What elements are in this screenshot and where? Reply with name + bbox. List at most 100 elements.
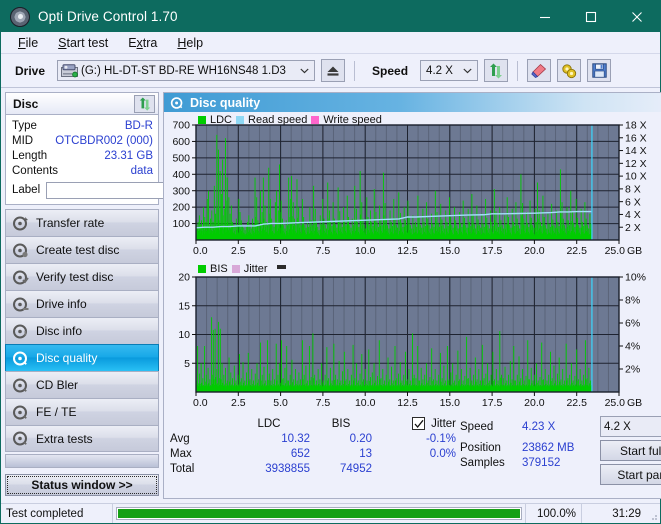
bottom-chart[interactable]: 5 10 15 20 2% 4% 6% 8% 10% 0.0 2.5 5.0 7.5 10.0 12.5 15… — [164, 262, 655, 414]
stats-row-label: Max — [170, 448, 228, 460]
jitter-toggle[interactable]: Jitter — [372, 417, 460, 430]
start-part-button[interactable]: Start part — [600, 464, 661, 485]
sidebar-item-transfer-rate[interactable]: Transfer rate — [5, 209, 159, 236]
toolbar-separator — [354, 61, 355, 81]
menu-extra[interactable]: Extra — [119, 34, 166, 52]
position-value: 23862 MB — [522, 442, 574, 454]
stats-header-row: LDC BIS Jitter — [170, 416, 460, 431]
disc-key: Type — [12, 120, 37, 132]
stats-max-bis: 13 — [310, 448, 372, 460]
progress-fill — [118, 509, 520, 518]
stats-row-avg: Avg 10.32 0.20 -0.1% — [170, 431, 460, 446]
progress-track — [116, 507, 522, 520]
eject-button[interactable] — [321, 59, 345, 82]
svg-text:100: 100 — [172, 218, 190, 230]
sidebar-item-label: FE / TE — [36, 405, 76, 419]
sidebar-item-disc-quality[interactable]: Disc quality — [5, 344, 159, 371]
sidebar-item-disc-info[interactable]: Disc info — [5, 317, 159, 344]
svg-text:25.0: 25.0 — [605, 397, 626, 409]
menu-file[interactable]: File — [9, 34, 47, 52]
sidebar: Disc Type BD-R MID OTCBDR002 (000) Lengt… — [5, 92, 159, 499]
close-icon[interactable] — [614, 1, 660, 32]
sidebar-item-cd-bler[interactable]: CD Bler — [5, 371, 159, 398]
maximize-icon[interactable] — [568, 1, 614, 32]
svg-text:2.5: 2.5 — [231, 245, 246, 257]
svg-text:300: 300 — [172, 185, 190, 197]
svg-text:14 X: 14 X — [625, 145, 647, 157]
drive-select[interactable]: (G:) HL-DT-ST BD-RE WH16NS48 1.D3 — [57, 60, 315, 81]
top-chart[interactable]: 100 200 300 400 500 600 700 2 X4 X6 X8 X10 X12 … — [164, 112, 655, 262]
save-button[interactable] — [587, 59, 611, 82]
nav-list: Transfer rate Create test disc Verify te… — [5, 209, 159, 452]
menu-bar: File Start test Extra Help — [1, 32, 660, 54]
menu-start-test[interactable]: Start test — [49, 34, 117, 52]
sidebar-item-label: Create test disc — [36, 243, 119, 257]
page-title: Disc quality — [190, 96, 260, 110]
svg-text:10%: 10% — [625, 272, 646, 284]
disc-verify-icon — [12, 269, 29, 286]
settings-button[interactable] — [557, 59, 581, 82]
disc-value: BD-R — [125, 120, 153, 132]
sidebar-item-extra-tests[interactable]: Extra tests — [5, 425, 159, 452]
disc-row-mid: MID OTCBDR002 (000) — [12, 133, 153, 148]
chevron-down-icon[interactable] — [296, 68, 312, 74]
speed-label: Speed — [364, 64, 414, 78]
disc-key: Contents — [12, 165, 58, 177]
stats-avg-ldc: 10.32 — [228, 433, 310, 445]
legend-label-write-speed: Write speed — [323, 114, 382, 126]
svg-text:500: 500 — [172, 152, 190, 164]
sidebar-item-label: Disc info — [36, 324, 82, 338]
jitter-checkbox[interactable] — [412, 417, 425, 430]
stats-col-bis: BIS — [310, 418, 372, 430]
svg-text:10.0: 10.0 — [355, 245, 376, 257]
disc-drive-icon — [12, 296, 29, 313]
eject-icon — [326, 65, 340, 77]
refresh-button[interactable] — [484, 59, 508, 82]
app-disc-icon — [10, 7, 30, 27]
stats-total-bis: 74952 — [310, 463, 372, 475]
disc-key: MID — [12, 135, 33, 147]
legend-swatch-jitter — [232, 265, 240, 273]
stats-avg-jitter: -0.1% — [372, 433, 460, 445]
stats-max-ldc: 652 — [228, 448, 310, 460]
chevron-down-icon[interactable] — [459, 68, 475, 74]
resize-grip[interactable] — [646, 504, 660, 523]
jitter-label: Jitter — [431, 418, 456, 430]
menu-help[interactable]: Help — [168, 34, 212, 52]
eraser-icon — [531, 63, 547, 79]
sidebar-item-drive-info[interactable]: Drive info — [5, 290, 159, 317]
minimize-icon[interactable] — [522, 1, 568, 32]
window-title: Opti Drive Control 1.70 — [38, 9, 178, 24]
svg-text:12.5: 12.5 — [397, 245, 418, 257]
disc-row-length: Length 23.31 GB — [12, 148, 153, 163]
status-window-button[interactable]: Status window >> — [5, 474, 159, 496]
top-chart-legend: LDC Read speed Write speed — [198, 114, 382, 126]
drive-value: (G:) HL-DT-ST BD-RE WH16NS48 1.D3 — [81, 65, 286, 77]
erase-button[interactable] — [527, 59, 551, 82]
svg-text:0.0: 0.0 — [193, 245, 208, 257]
svg-text:400: 400 — [172, 169, 190, 181]
disc-row-label: Label — [12, 180, 153, 200]
start-full-button[interactable]: Start full — [600, 440, 661, 461]
main-panel: Disc quality LDC Read speed Write speed … — [163, 92, 661, 499]
sidebar-item-label: Extra tests — [36, 432, 93, 446]
disc-refresh-button[interactable] — [134, 95, 155, 113]
samples-row-value: 379152 — [522, 455, 596, 470]
sidebar-item-verify-test-disc[interactable]: Verify test disc — [5, 263, 159, 290]
legend-swatch-read-speed — [236, 116, 244, 124]
stats-row-total: Total 3938855 74952 — [170, 461, 460, 476]
sidebar-item-label: CD Bler — [36, 378, 78, 392]
position-label: Position — [460, 442, 501, 454]
sidebar-item-label: Disc quality — [36, 351, 97, 365]
speed-select[interactable]: 4.2 X — [420, 60, 478, 81]
svg-text:200: 200 — [172, 202, 190, 214]
speed-row-label: Speed — [460, 416, 522, 437]
sidebar-filler — [5, 454, 159, 468]
sidebar-item-create-test-disc[interactable]: Create test disc — [5, 236, 159, 263]
disc-quality-icon — [170, 96, 184, 110]
test-speed-select[interactable]: 4.2 X — [600, 416, 661, 437]
disc-value: OTCBDR002 (000) — [55, 135, 153, 147]
sidebar-item-fe-te[interactable]: FE / TE — [5, 398, 159, 425]
svg-text:22.5: 22.5 — [566, 245, 587, 257]
toolbar-separator-2 — [517, 61, 518, 81]
